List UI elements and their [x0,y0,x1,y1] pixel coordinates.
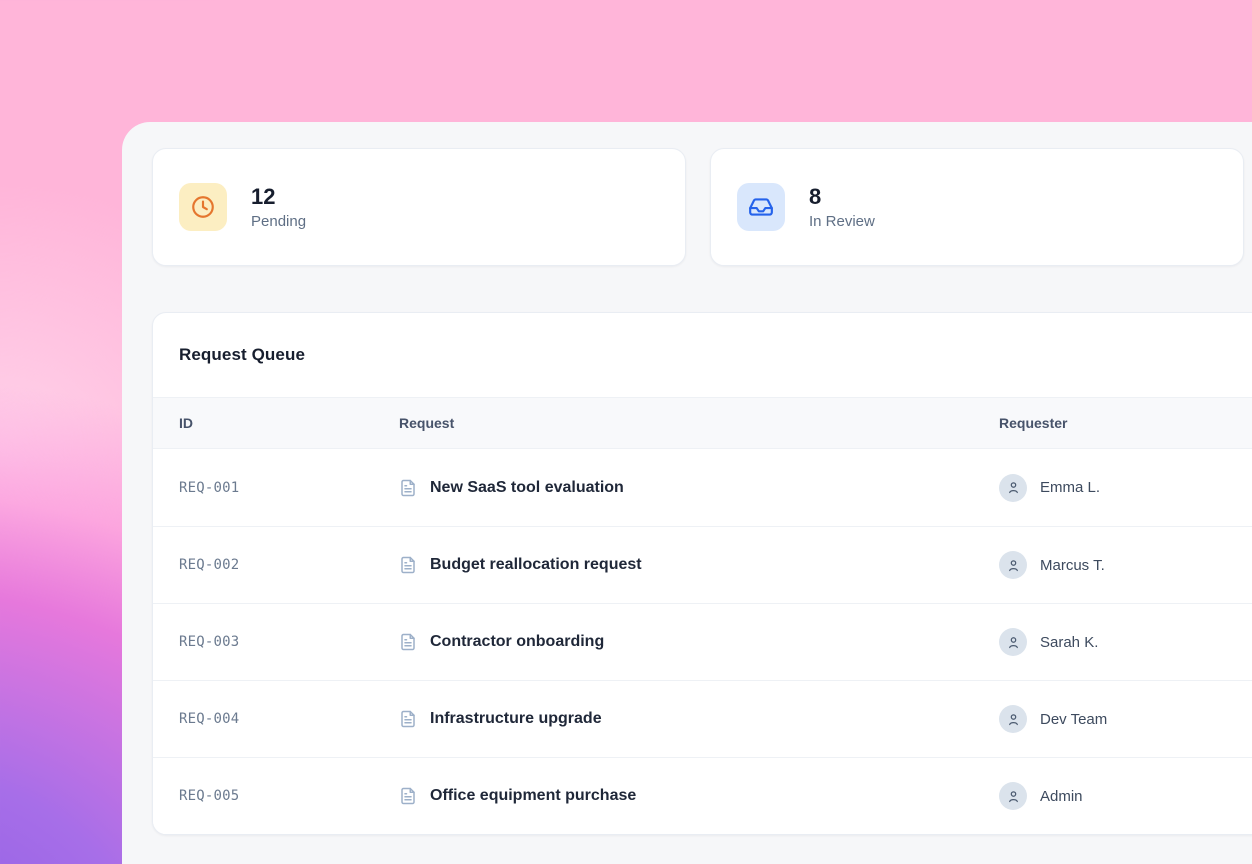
requester-name: Dev Team [1040,711,1107,728]
document-icon [399,479,417,497]
column-header-request: Request [399,415,999,431]
requester-name: Admin [1040,788,1083,805]
desktop-background: { "stats": [ { "value": "12", "label": "… [0,0,1252,864]
table-row[interactable]: REQ-004 Infrastructure upgrade Dev Team [153,680,1252,757]
request-id: REQ-004 [179,711,399,727]
page-title: Request Queue [179,345,305,365]
request-title: Budget reallocation request [430,556,642,574]
request-queue-card: Request Queue ID Request Requester REQ-0… [152,312,1252,835]
avatar [999,474,1027,502]
stat-text: 12 Pending [251,184,306,230]
inbox-icon [737,183,785,231]
request-title: Office equipment purchase [430,787,636,805]
table-row[interactable]: REQ-001 New SaaS tool evaluation Emma L. [153,449,1252,526]
requester-name: Marcus T. [1040,557,1105,574]
request-title: Contractor onboarding [430,633,604,651]
document-icon [399,556,417,574]
avatar [999,628,1027,656]
stat-value: 12 [251,184,306,210]
request-title: New SaaS tool evaluation [430,479,624,497]
clock-icon [179,183,227,231]
avatar [999,705,1027,733]
avatar [999,782,1027,810]
request-title: Infrastructure upgrade [430,710,602,728]
requester-name: Sarah K. [1040,634,1098,651]
table-row[interactable]: REQ-002 Budget reallocation request Marc… [153,526,1252,603]
request-id: REQ-003 [179,634,399,650]
document-icon [399,633,417,651]
table-title-bar: Request Queue [153,313,1252,397]
column-header-id: ID [179,415,399,431]
table-row[interactable]: REQ-005 Office equipment purchase Admin [153,757,1252,834]
stat-value: 8 [809,184,875,210]
dashboard-panel: 12 Pending 8 In Review Request Queue ID [122,122,1252,864]
stat-label: In Review [809,213,875,230]
table-header-row: ID Request Requester [153,397,1252,449]
stat-text: 8 In Review [809,184,875,230]
request-id: REQ-005 [179,788,399,804]
stat-card-in-review: 8 In Review [710,148,1244,266]
stat-label: Pending [251,213,306,230]
stat-card-pending: 12 Pending [152,148,686,266]
request-id: REQ-002 [179,557,399,573]
requester-name: Emma L. [1040,479,1100,496]
table-row[interactable]: REQ-003 Contractor onboarding Sarah K. [153,603,1252,680]
stats-row: 12 Pending 8 In Review [152,148,1252,266]
document-icon [399,787,417,805]
document-icon [399,710,417,728]
avatar [999,551,1027,579]
request-id: REQ-001 [179,480,399,496]
column-header-requester: Requester [999,415,1252,431]
